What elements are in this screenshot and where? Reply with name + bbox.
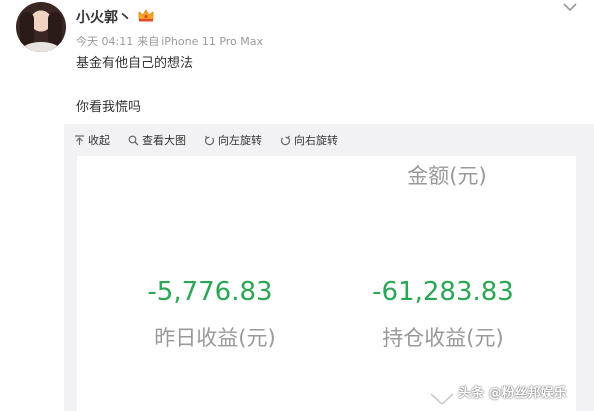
collapse-label: 收起 (88, 134, 110, 147)
yesterday-earnings-label: 昨日收益(元) (154, 326, 276, 350)
username[interactable]: 小火郭丶 (76, 7, 132, 27)
content-line-2: 你看我慌吗 (76, 100, 142, 115)
rotate-left-icon (204, 135, 215, 145)
rotate-right-icon (280, 135, 291, 145)
watermark: 头条 @粉丝邦娱乐 (458, 386, 567, 401)
vip-crown-icon[interactable] (137, 7, 155, 23)
rotate-left-label: 向左旋转 (218, 134, 262, 147)
post-meta: 今天 04:11 来自 iPhone 11 Pro Max (76, 33, 267, 49)
rotate-right-button[interactable]: 向右旋转 (280, 132, 338, 148)
yesterday-earnings-value: -5,776.83 (147, 277, 273, 307)
rotate-left-button[interactable]: 向左旋转 (204, 132, 262, 148)
holding-earnings-value: -61,283.83 (372, 277, 514, 307)
fund-screenshot-image[interactable]: 金额(元) -5,776.83 -61,283.83 昨日收益(元) 持仓收益(… (77, 156, 576, 411)
chevron-down-icon[interactable] (562, 2, 578, 12)
magnifier-icon (128, 135, 139, 145)
chevron-down-icon (430, 393, 454, 406)
post-time[interactable]: 今天 04:11 (76, 35, 133, 48)
weibo-post: 小火郭丶 今天 04:11 来自 iPhone 11 Pro Max 基金有他自己的… (0, 0, 594, 411)
rotate-right-label: 向右旋转 (294, 134, 338, 147)
view-large-button[interactable]: 查看大图 (128, 132, 186, 148)
image-toolbar: 收起 查看大图 向左旋转 向右旋转 (74, 131, 356, 149)
content-line-1: 基金有他自己的想法 (76, 56, 194, 71)
amount-header-label: 金额(元) (407, 164, 487, 188)
view-large-label: 查看大图 (142, 134, 186, 147)
collapse-button[interactable]: 收起 (74, 132, 110, 148)
post-device[interactable]: iPhone 11 Pro Max (161, 35, 263, 48)
arrow-up-icon (75, 134, 84, 145)
source-prefix: 来自 (137, 35, 160, 48)
avatar[interactable] (16, 2, 66, 52)
holding-earnings-label: 持仓收益(元) (382, 326, 504, 350)
avatar-shoulder (22, 42, 60, 52)
post-content: 基金有他自己的想法 你看我慌吗 (76, 54, 193, 118)
